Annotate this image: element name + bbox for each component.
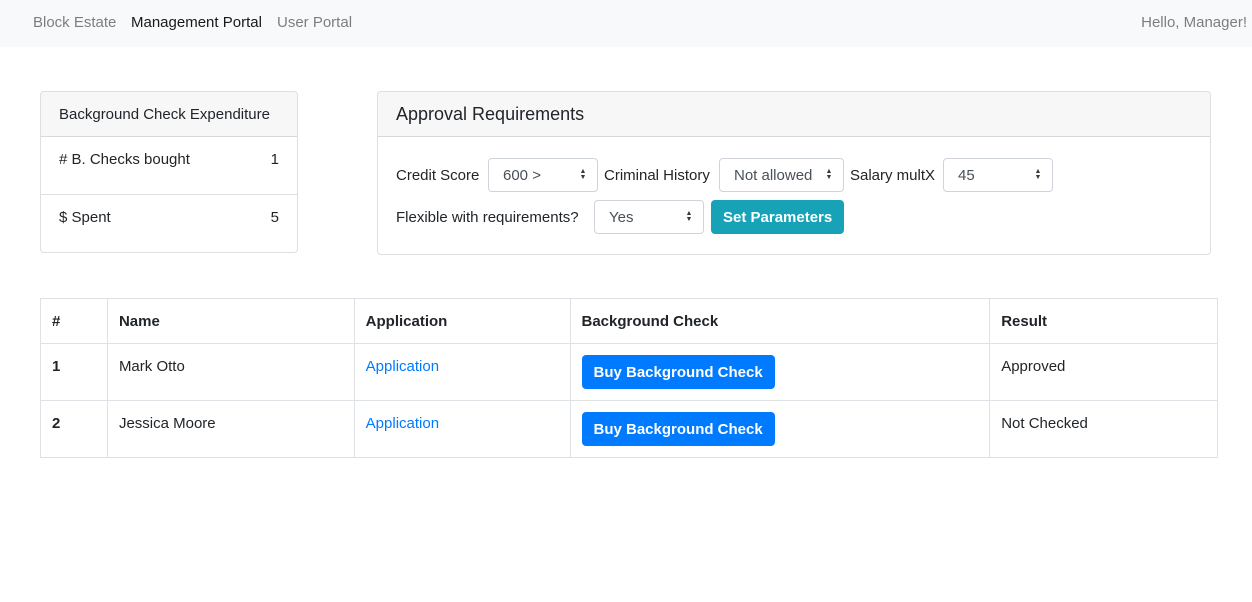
col-header-number: # — [40, 298, 108, 344]
row-number: 1 — [40, 343, 108, 401]
table-row: 2 Jessica Moore Application Buy Backgrou… — [40, 400, 1218, 458]
credit-score-select[interactable]: 600 > ▲ ▼ — [488, 158, 598, 192]
criminal-history-label: Criminal History — [604, 167, 710, 184]
col-header-result: Result — [989, 298, 1218, 344]
col-header-application: Application — [353, 298, 571, 344]
expenditure-card: Background Check Expenditure # B. Checks… — [40, 91, 298, 253]
buy-background-check-button[interactable]: Buy Background Check — [581, 355, 775, 389]
background-check-cell: Buy Background Check — [569, 343, 991, 401]
application-link[interactable]: Application — [366, 415, 439, 432]
criminal-history-value: Not allowed — [734, 167, 813, 184]
application-cell: Application — [353, 400, 571, 458]
criminal-history-select[interactable]: Not allowed ▲ ▼ — [719, 158, 844, 192]
salary-mult-select[interactable]: 45 ▲ ▼ — [943, 158, 1053, 192]
select-caret-icon: ▲ ▼ — [579, 168, 587, 181]
result-status: Approved — [989, 343, 1218, 401]
flexibility-row: Flexible with requirements? Yes ▲ ▼ Set P… — [378, 200, 1210, 234]
application-cell: Application — [353, 343, 571, 401]
expenditure-title: Background Check Expenditure — [41, 92, 297, 137]
set-parameters-button[interactable]: Set Parameters — [711, 200, 845, 234]
col-header-background-check: Background Check — [569, 298, 991, 344]
flexible-value: Yes — [609, 209, 634, 226]
salary-mult-value: 45 — [958, 167, 975, 184]
flexible-label: Flexible with requirements? — [396, 209, 579, 226]
requirements-row: Credit Score 600 > ▲ ▼ Criminal History N… — [378, 158, 1210, 192]
brand-link[interactable]: Block Estate — [33, 14, 116, 31]
select-caret-icon: ▲ ▼ — [685, 210, 693, 223]
row-number: 2 — [40, 400, 108, 458]
result-status: Not Checked — [989, 400, 1218, 458]
salary-mult-label: Salary multX — [850, 167, 936, 184]
amount-spent-row: $ Spent 5 — [41, 195, 297, 252]
nav-management-portal[interactable]: Management Portal — [131, 14, 262, 31]
table-header-row: # Name Application Background Check Resu… — [40, 298, 1218, 344]
applicant-name: Jessica Moore — [106, 400, 355, 458]
nav-user-portal[interactable]: User Portal — [277, 14, 352, 31]
select-caret-icon: ▲ ▼ — [1034, 168, 1042, 181]
select-caret-icon: ▲ ▼ — [825, 168, 833, 181]
applicants-table: # Name Application Background Check Resu… — [40, 298, 1218, 458]
amount-spent-label: $ Spent — [59, 209, 111, 226]
credit-score-label: Credit Score — [396, 167, 480, 184]
application-link[interactable]: Application — [366, 358, 439, 375]
checks-bought-row: # B. Checks bought 1 — [41, 137, 297, 195]
buy-background-check-button[interactable]: Buy Background Check — [581, 412, 775, 446]
amount-spent-value: 5 — [270, 209, 279, 226]
approval-title: Approval Requirements — [378, 92, 1210, 137]
checks-bought-label: # B. Checks bought — [59, 151, 190, 168]
user-greeting: Hello, Manager! — [1141, 14, 1247, 31]
col-header-name: Name — [106, 298, 355, 344]
credit-score-value: 600 > — [503, 167, 541, 184]
background-check-cell: Buy Background Check — [569, 400, 991, 458]
applicant-name: Mark Otto — [106, 343, 355, 401]
top-navbar: Block Estate Management Portal User Port… — [0, 0, 1252, 47]
checks-bought-value: 1 — [270, 151, 279, 168]
flexible-select[interactable]: Yes ▲ ▼ — [594, 200, 704, 234]
approval-requirements-card: Approval Requirements Credit Score 600 >… — [377, 91, 1211, 255]
table-row: 1 Mark Otto Application Buy Background C… — [40, 343, 1218, 401]
